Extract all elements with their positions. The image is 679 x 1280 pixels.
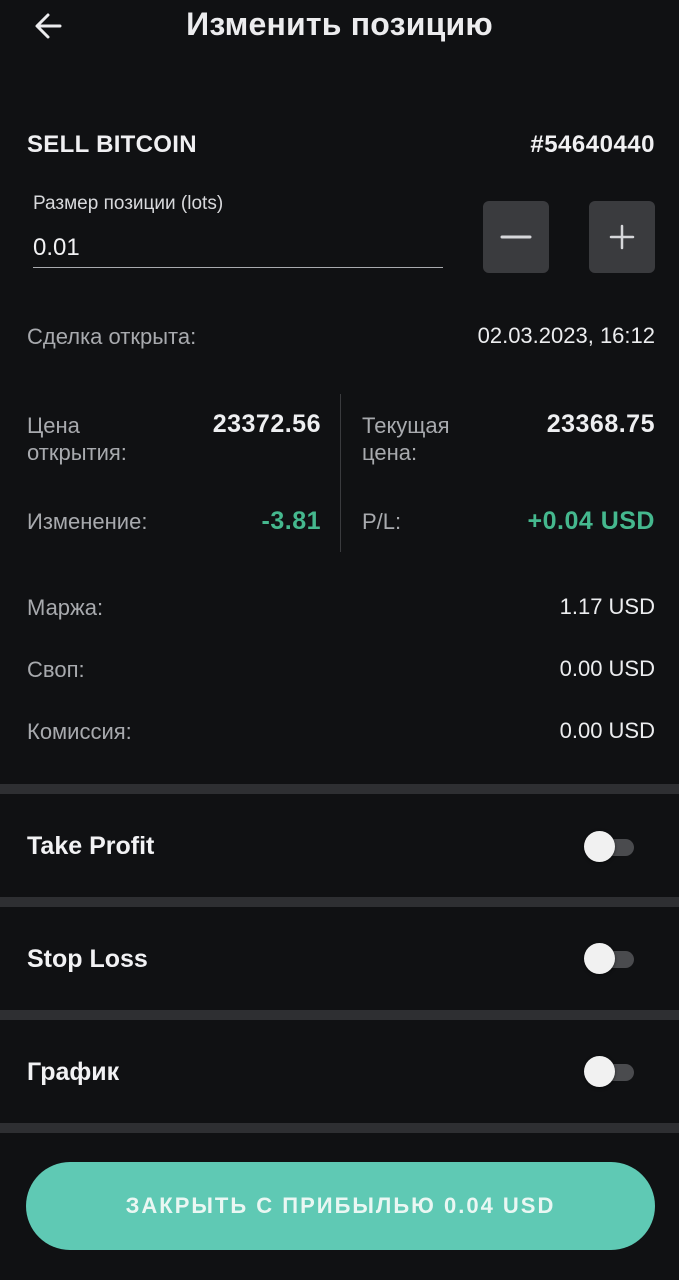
open-price-value: 23372.56 xyxy=(212,410,321,438)
open-price-label: Цена открытия: xyxy=(27,413,127,465)
section-divider xyxy=(0,1010,679,1020)
stop-loss-toggle[interactable] xyxy=(584,943,636,974)
take-profit-label: Take Profit xyxy=(27,832,155,860)
pl-label: P/L: xyxy=(362,509,402,534)
change-value: -3.81 xyxy=(261,507,321,535)
position-ticket: #54640440 xyxy=(530,131,655,158)
opened-value: 02.03.2023, 16:12 xyxy=(477,323,655,348)
commission-label: Комиссия: xyxy=(27,719,132,744)
opened-label: Сделка открыта: xyxy=(27,324,197,349)
current-price-label: Текущая цена: xyxy=(362,413,450,465)
margin-value: 1.17 USD xyxy=(559,594,655,619)
position-size-label: Размер позиции (lots) xyxy=(33,193,224,214)
section-divider xyxy=(0,897,679,907)
section-divider xyxy=(0,784,679,794)
position-size-input[interactable] xyxy=(33,228,443,268)
plus-icon xyxy=(609,224,635,250)
page-title: Изменить позицию xyxy=(186,6,493,42)
pl-value: +0.04 USD xyxy=(527,507,655,535)
take-profit-toggle[interactable] xyxy=(584,831,636,862)
column-divider xyxy=(340,394,341,552)
change-label: Изменение: xyxy=(27,509,148,534)
swap-label: Своп: xyxy=(27,657,85,682)
minus-icon xyxy=(500,235,532,239)
position-symbol: SELL BITCOIN xyxy=(27,131,197,158)
section-divider xyxy=(0,1123,679,1133)
stop-loss-label: Stop Loss xyxy=(27,945,148,973)
margin-label: Маржа: xyxy=(27,595,104,620)
decrease-size-button[interactable] xyxy=(483,201,549,273)
commission-value: 0.00 USD xyxy=(559,718,655,743)
increase-size-button[interactable] xyxy=(589,201,655,273)
swap-value: 0.00 USD xyxy=(559,656,655,681)
current-price-value: 23368.75 xyxy=(546,410,655,438)
chart-label: График xyxy=(27,1058,120,1086)
chart-toggle[interactable] xyxy=(584,1056,636,1087)
close-position-button[interactable]: ЗАКРЫТЬ С ПРИБЫЛЬЮ 0.04 USD xyxy=(26,1162,655,1250)
